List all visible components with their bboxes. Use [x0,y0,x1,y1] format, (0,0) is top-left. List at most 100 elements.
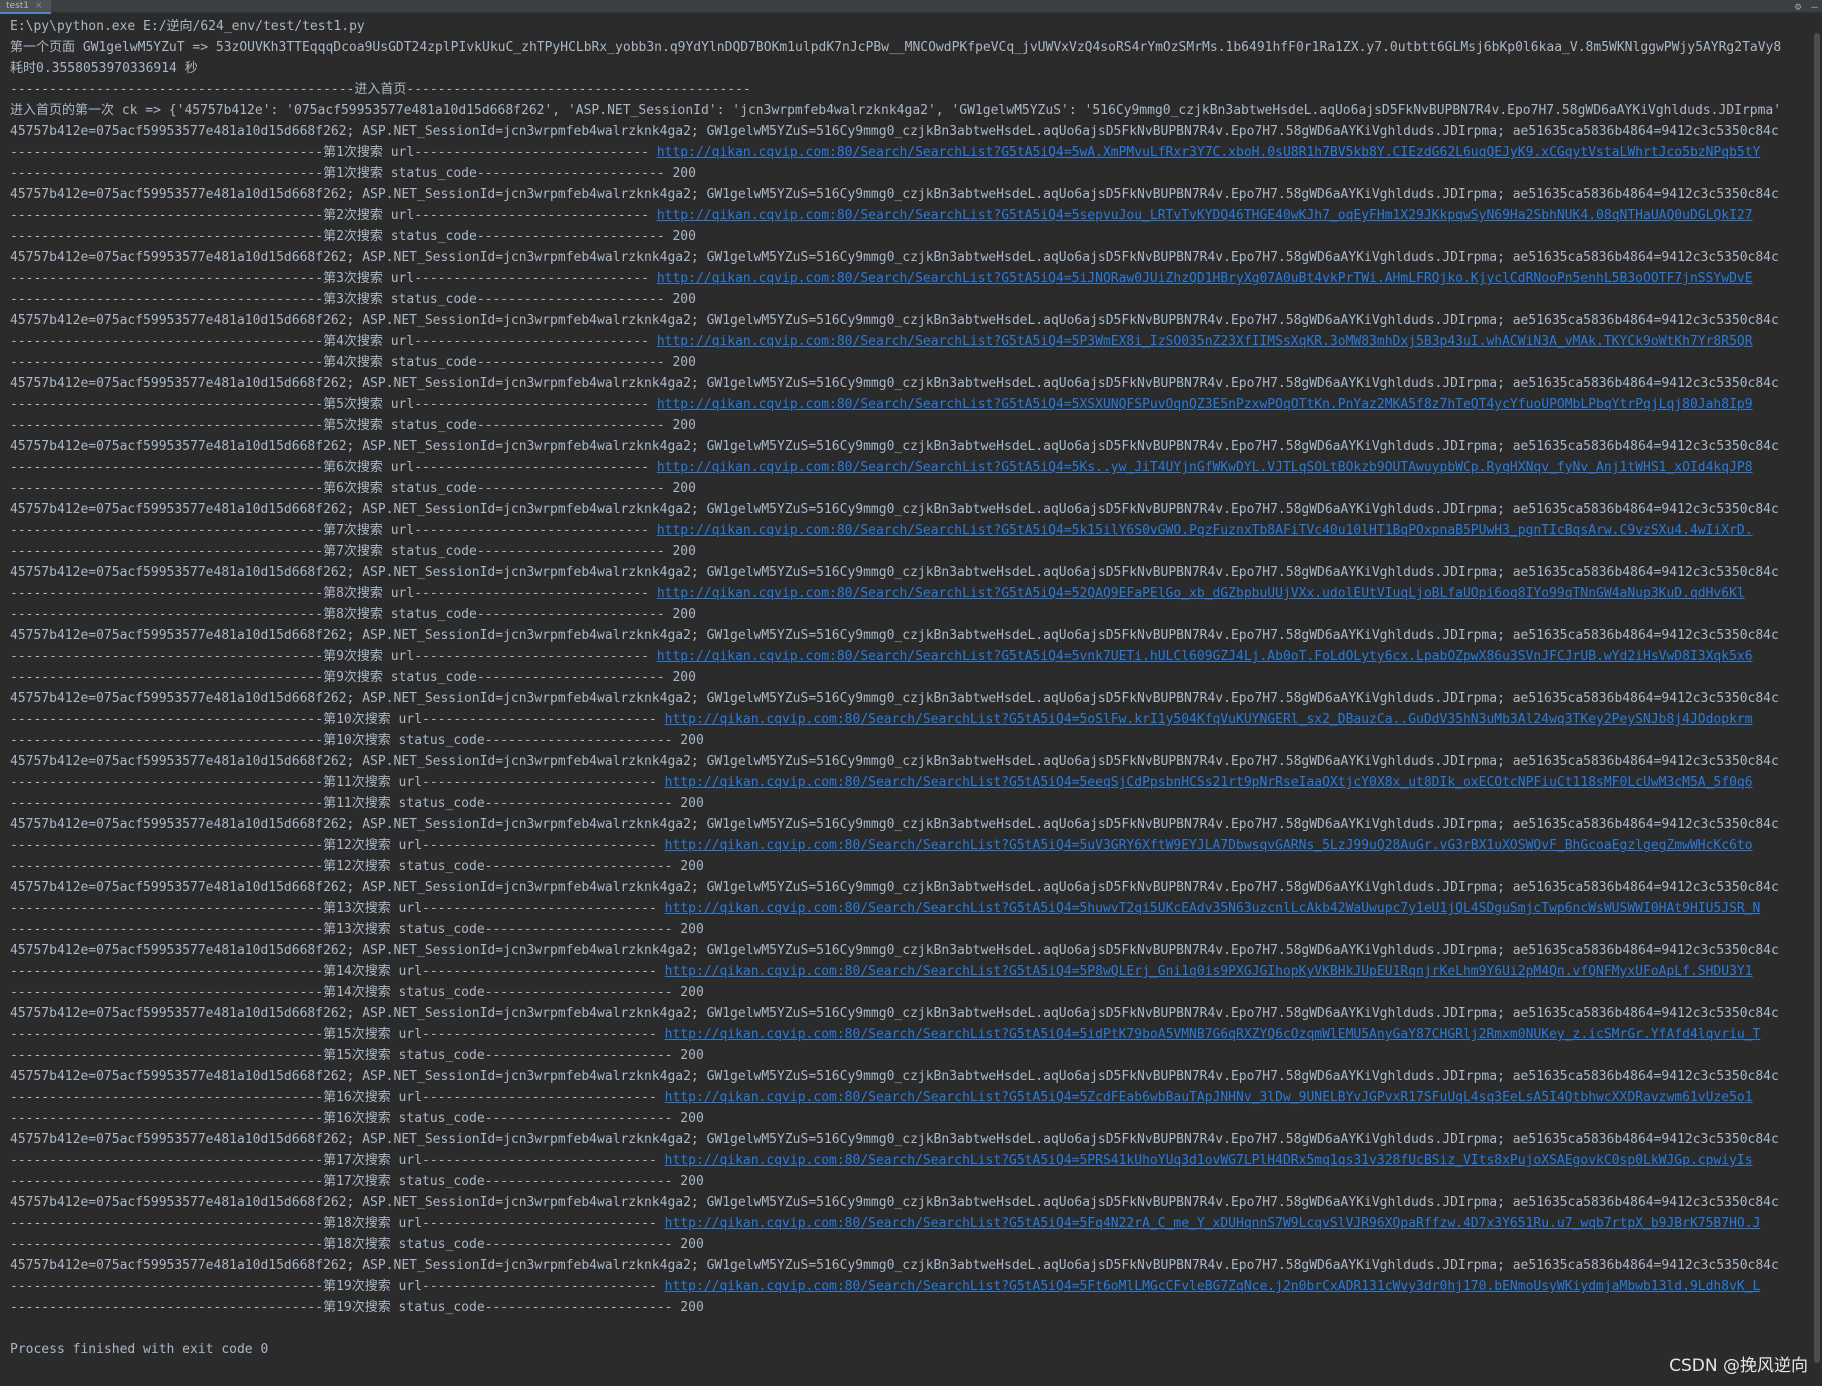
status-code-line: ----------------------------------------… [10,796,704,811]
settings-icon[interactable]: ⚙ [1795,0,1802,13]
csdn-watermark: CSDN @挽风逆向 [1669,1356,1808,1376]
search-url-line: ----------------------------------------… [10,1087,1810,1108]
search-url-prefix: ----------------------------------------… [10,775,665,790]
cookie-line: 45757b412e=075acf59953577e481a10d15d668f… [10,880,1779,895]
search-url-link[interactable]: http://qikan.cqvip.com:80/Search/SearchL… [657,460,1753,475]
search-url-prefix: ----------------------------------------… [10,649,657,664]
cookie-line: 45757b412e=075acf59953577e481a10d15d668f… [10,628,1779,643]
status-code-line: ----------------------------------------… [10,1300,704,1315]
status-code-line: ----------------------------------------… [10,1111,704,1126]
first-page-line: 第一个页面 GW1gelwM5YZuT => 53zOUVKh3TTEqqqDc… [10,40,1782,55]
search-url-prefix: ----------------------------------------… [10,964,665,979]
cookie-line: 45757b412e=075acf59953577e481a10d15d668f… [10,502,1779,517]
search-url-link[interactable]: http://qikan.cqvip.com:80/Search/SearchL… [665,1090,1753,1105]
elapsed-time-line: 耗时0.3558053970336914 秒 [10,61,198,76]
search-url-line: ----------------------------------------… [10,835,1810,856]
search-url-link[interactable]: http://qikan.cqvip.com:80/Search/SearchL… [657,208,1753,223]
search-url-prefix: ----------------------------------------… [10,1153,665,1168]
search-url-link[interactable]: http://qikan.cqvip.com:80/Search/SearchL… [665,775,1753,790]
search-url-link[interactable]: http://qikan.cqvip.com:80/Search/SearchL… [657,649,1753,664]
search-url-prefix: ----------------------------------------… [10,334,657,349]
search-url-link[interactable]: http://qikan.cqvip.com:80/Search/SearchL… [657,334,1753,349]
minimize-icon[interactable]: — [1811,0,1818,13]
search-url-prefix: ----------------------------------------… [10,1090,665,1105]
cookie-line: 45757b412e=075acf59953577e481a10d15d668f… [10,1195,1779,1210]
cookie-line: 45757b412e=075acf59953577e481a10d15d668f… [10,943,1779,958]
status-code-line: ----------------------------------------… [10,292,696,307]
cookie-line: 45757b412e=075acf59953577e481a10d15d668f… [10,754,1779,769]
cookie-line: 45757b412e=075acf59953577e481a10d15d668f… [10,124,1779,139]
cookie-line: 45757b412e=075acf59953577e481a10d15d668f… [10,376,1779,391]
search-url-link[interactable]: http://qikan.cqvip.com:80/Search/SearchL… [665,1153,1753,1168]
search-url-line: ----------------------------------------… [10,772,1810,793]
cookie-line: 45757b412e=075acf59953577e481a10d15d668f… [10,1006,1779,1021]
console-lines: E:\py\python.exe E:/逆向/624_env/test/test… [0,13,1810,1360]
status-code-line: ----------------------------------------… [10,1048,704,1063]
search-url-line: ----------------------------------------… [10,457,1810,478]
status-code-line: ----------------------------------------… [10,229,696,244]
status-code-line: ----------------------------------------… [10,418,696,433]
search-url-line: ----------------------------------------… [10,268,1810,289]
search-url-link[interactable]: http://qikan.cqvip.com:80/Search/SearchL… [665,1027,1761,1042]
search-url-prefix: ----------------------------------------… [10,712,665,727]
cookie-line: 45757b412e=075acf59953577e481a10d15d668f… [10,691,1779,706]
cookie-line: 45757b412e=075acf59953577e481a10d15d668f… [10,313,1779,328]
toolbar-icons: ⚙ — [1795,0,1818,13]
search-url-line: ----------------------------------------… [10,1276,1810,1297]
search-url-prefix: ----------------------------------------… [10,208,657,223]
first-cookie-line: 进入首页的第一次 ck => {'45757b412e': '075acf599… [10,103,1782,118]
search-url-line: ----------------------------------------… [10,1213,1810,1234]
search-url-line: ----------------------------------------… [10,898,1810,919]
search-url-link[interactable]: http://qikan.cqvip.com:80/Search/SearchL… [657,586,1745,601]
search-url-prefix: ----------------------------------------… [10,145,657,160]
vertical-scrollbar[interactable] [1812,13,1822,1386]
run-console-output[interactable]: E:\py\python.exe E:/逆向/624_env/test/test… [0,13,1810,1386]
cookie-line: 45757b412e=075acf59953577e481a10d15d668f… [10,1132,1779,1147]
search-url-link[interactable]: http://qikan.cqvip.com:80/Search/SearchL… [665,901,1761,916]
cookie-line: 45757b412e=075acf59953577e481a10d15d668f… [10,817,1779,832]
search-url-link[interactable]: http://qikan.cqvip.com:80/Search/SearchL… [665,1279,1761,1294]
search-url-link[interactable]: http://qikan.cqvip.com:80/Search/SearchL… [657,397,1753,412]
search-url-prefix: ----------------------------------------… [10,397,657,412]
tab-run-test1[interactable]: test1 × [0,0,51,14]
search-url-link[interactable]: http://qikan.cqvip.com:80/Search/SearchL… [665,838,1753,853]
search-url-link[interactable]: http://qikan.cqvip.com:80/Search/SearchL… [657,523,1753,538]
cookie-line: 45757b412e=075acf59953577e481a10d15d668f… [10,1069,1779,1084]
search-url-line: ----------------------------------------… [10,394,1810,415]
tool-window-tabbar: test1 × ⚙ — [0,0,1822,14]
process-finished-line: Process finished with exit code 0 [10,1342,269,1357]
status-code-line: ----------------------------------------… [10,355,696,370]
close-icon[interactable]: × [35,1,43,11]
status-code-line: ----------------------------------------… [10,544,696,559]
search-url-line: ----------------------------------------… [10,709,1810,730]
search-url-line: ----------------------------------------… [10,961,1810,982]
search-url-link[interactable]: http://qikan.cqvip.com:80/Search/SearchL… [665,712,1753,727]
cookie-line: 45757b412e=075acf59953577e481a10d15d668f… [10,250,1779,265]
search-url-line: ----------------------------------------… [10,1024,1810,1045]
search-url-prefix: ----------------------------------------… [10,460,657,475]
search-url-prefix: ----------------------------------------… [10,586,657,601]
enter-home-separator: ----------------------------------------… [10,82,751,97]
search-url-prefix: ----------------------------------------… [10,1279,665,1294]
command-line: E:\py\python.exe E:/逆向/624_env/test/test… [10,19,365,34]
search-url-link[interactable]: http://qikan.cqvip.com:80/Search/SearchL… [665,964,1753,979]
search-url-line: ----------------------------------------… [10,205,1810,226]
search-url-prefix: ----------------------------------------… [10,1027,665,1042]
cookie-line: 45757b412e=075acf59953577e481a10d15d668f… [10,1258,1779,1273]
search-url-prefix: ----------------------------------------… [10,838,665,853]
search-url-prefix: ----------------------------------------… [10,271,657,286]
search-url-link[interactable]: http://qikan.cqvip.com:80/Search/SearchL… [665,1216,1761,1231]
status-code-line: ----------------------------------------… [10,166,696,181]
status-code-line: ----------------------------------------… [10,481,696,496]
search-url-link[interactable]: http://qikan.cqvip.com:80/Search/SearchL… [657,271,1753,286]
scrollbar-thumb[interactable] [1814,33,1820,1363]
cookie-line: 45757b412e=075acf59953577e481a10d15d668f… [10,439,1779,454]
status-code-line: ----------------------------------------… [10,607,696,622]
status-code-line: ----------------------------------------… [10,985,704,1000]
cookie-line: 45757b412e=075acf59953577e481a10d15d668f… [10,565,1779,580]
search-url-link[interactable]: http://qikan.cqvip.com:80/Search/SearchL… [657,145,1761,160]
status-code-line: ----------------------------------------… [10,1174,704,1189]
search-url-line: ----------------------------------------… [10,583,1810,604]
tab-label: test1 [6,1,30,11]
